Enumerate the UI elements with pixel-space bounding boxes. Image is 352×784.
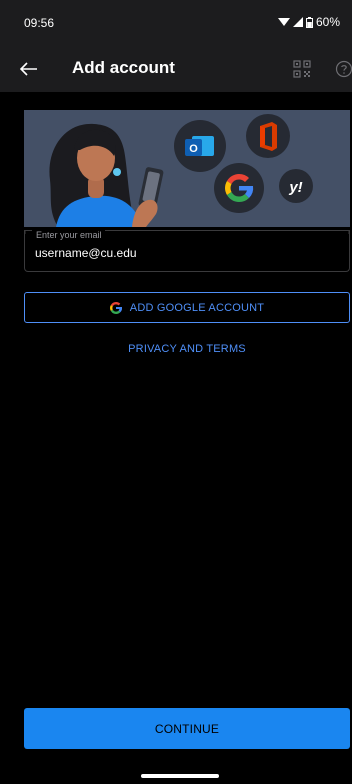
svg-text:O: O: [189, 143, 198, 155]
qr-code-button[interactable]: [290, 57, 314, 81]
privacy-and-terms-link[interactable]: PRIVACY AND TERMS: [24, 343, 350, 355]
app-bar: Add account: [0, 46, 352, 92]
outlook-icon: O: [174, 120, 226, 172]
email-field-container: Enter your email: [24, 230, 350, 272]
google-icon: [109, 301, 122, 314]
add-google-account-button[interactable]: ADD GOOGLE ACCOUNT: [24, 292, 350, 323]
status-indicators: 60%: [277, 15, 340, 29]
yahoo-mark: y!: [288, 179, 302, 196]
help-button[interactable]: [332, 57, 352, 81]
email-field-label: Enter your email: [33, 230, 105, 240]
office-icon: [246, 114, 290, 158]
back-button[interactable]: [14, 54, 44, 84]
email-input[interactable]: [35, 246, 335, 260]
help-icon: [335, 60, 352, 78]
hero-illustration: O y!: [24, 110, 350, 227]
continue-button[interactable]: CONTINUE: [24, 708, 350, 749]
battery-percent: 60%: [315, 15, 340, 29]
qr-code-icon: [293, 60, 311, 78]
continue-button-label: CONTINUE: [154, 721, 220, 736]
add-google-account-label: ADD GOOGLE ACCOUNT: [129, 301, 265, 314]
google-icon: [214, 163, 264, 213]
hero-artwork: O y!: [24, 110, 350, 227]
wifi-icon: [277, 18, 290, 26]
home-indicator[interactable]: [141, 774, 219, 778]
arrow-left-icon: [20, 62, 37, 76]
status-bar: 09:56 60%: [0, 0, 352, 46]
battery-icon: [305, 16, 313, 28]
page-title: Add account: [72, 58, 175, 77]
yahoo-icon: y!: [279, 169, 313, 203]
signal-icon: [292, 17, 303, 27]
status-time: 09:56: [24, 16, 55, 30]
